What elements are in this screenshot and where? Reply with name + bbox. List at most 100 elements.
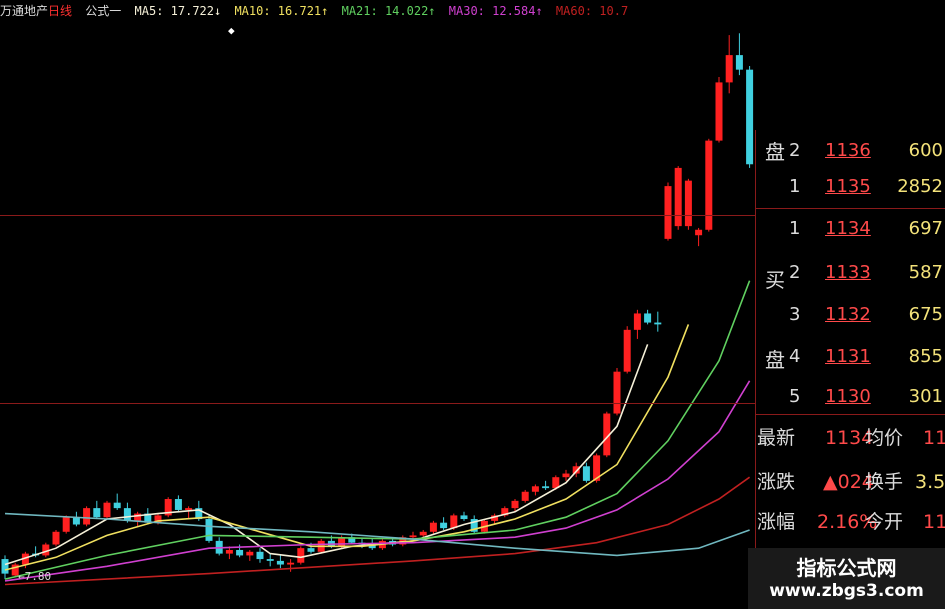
candle-body xyxy=(52,531,60,545)
ask-volume: 2852 xyxy=(897,176,943,197)
candle xyxy=(205,515,213,543)
candle xyxy=(246,549,254,561)
candle-body xyxy=(256,551,264,560)
candle xyxy=(531,484,539,496)
ma60-line xyxy=(4,476,751,586)
candle xyxy=(695,227,703,247)
candle xyxy=(185,506,193,520)
candle-body xyxy=(440,522,448,529)
candle xyxy=(276,555,284,569)
cursor-marker-icon: ◆ xyxy=(228,24,235,37)
candle-body xyxy=(134,513,142,521)
candle xyxy=(256,548,264,563)
period-label[interactable]: 日线 xyxy=(48,4,72,18)
bid-volume: 675 xyxy=(908,304,943,325)
candle xyxy=(521,489,529,503)
candle xyxy=(215,537,223,556)
candle xyxy=(664,182,672,241)
order-book-panel: 盘 2 1136 600 1 1135 2852 买 盘 1 1134 697 … xyxy=(755,130,945,550)
ask-price: 1135 xyxy=(825,176,871,197)
candle xyxy=(113,493,121,510)
bid-row-4[interactable]: 4 1131 855 xyxy=(755,338,945,376)
formula-label[interactable]: 公式一 xyxy=(85,4,121,18)
candle-body xyxy=(62,517,70,532)
candle xyxy=(542,480,550,490)
bid-price: 1130 xyxy=(825,386,871,407)
open-value: 11 xyxy=(923,511,945,533)
candle-body xyxy=(225,549,233,554)
stock-name[interactable]: 万通地产 xyxy=(0,4,48,18)
bid-level: 2 xyxy=(789,262,801,283)
ma21-readout: MA21: 14.022↑ xyxy=(341,4,436,18)
avg-value: 11 xyxy=(923,427,945,449)
bid-level: 5 xyxy=(789,386,801,407)
ma60-readout: MA60: 10.7 xyxy=(555,4,629,18)
candle-body xyxy=(307,548,315,552)
candle-body xyxy=(103,502,111,518)
ask-row-2[interactable]: 2 1136 600 xyxy=(755,132,945,170)
candle-body xyxy=(695,229,703,236)
candle-body xyxy=(715,82,723,141)
candle-body xyxy=(297,548,305,563)
candle-body xyxy=(582,466,590,481)
ask-row-1[interactable]: 1 1135 2852 xyxy=(755,168,945,206)
ask-level: 1 xyxy=(789,176,801,197)
bid-row-1[interactable]: 1 1134 697 xyxy=(755,210,945,248)
bid-price: 1132 xyxy=(825,304,871,325)
candle-body xyxy=(623,329,631,372)
pct-label: 涨幅 xyxy=(757,511,796,533)
candle xyxy=(705,138,713,232)
candle xyxy=(287,559,295,572)
indicator-header: 万通地产日线 公式一 MA5: 17.722↓ MA10: 16.721↑ MA… xyxy=(0,0,945,22)
bid-level: 3 xyxy=(789,304,801,325)
candle xyxy=(103,500,111,520)
ma30-readout: MA30: 12.584↑ xyxy=(448,4,543,18)
candle-body xyxy=(205,519,213,541)
candle-body xyxy=(72,517,80,525)
candle xyxy=(674,166,682,230)
candle-body xyxy=(674,167,682,227)
bid-price: 1134 xyxy=(825,218,871,239)
candle-body xyxy=(633,313,641,330)
candle-body xyxy=(735,55,743,70)
watermark: 指标公式网 www.zbgs3.com xyxy=(748,548,945,609)
candle xyxy=(684,178,692,230)
low-value: 7.80 xyxy=(24,570,52,583)
candle xyxy=(429,520,437,534)
bid-volume: 855 xyxy=(908,346,943,367)
candle-body xyxy=(705,140,713,230)
candle-body xyxy=(542,486,550,489)
ma-long-line xyxy=(4,512,750,557)
low-marker-label: ←7.80 xyxy=(18,570,52,583)
candle xyxy=(134,511,142,527)
candle xyxy=(644,309,652,325)
candle xyxy=(654,311,662,332)
bid-row-5[interactable]: 5 1130 301 xyxy=(755,378,945,416)
candle xyxy=(633,309,641,339)
candle-body xyxy=(123,508,131,521)
candle xyxy=(72,511,80,527)
ma10-readout: MA10: 16.721↑ xyxy=(234,4,329,18)
candle xyxy=(52,529,60,547)
bid-row-2[interactable]: 2 1133 587 xyxy=(755,254,945,292)
open-label: 今开 xyxy=(865,511,904,533)
candle-body xyxy=(521,491,529,501)
candle-body xyxy=(644,313,652,323)
candle-body xyxy=(725,55,733,83)
bid-price: 1133 xyxy=(825,262,871,283)
candle xyxy=(164,497,172,518)
ma10-line xyxy=(4,324,690,571)
bid-price: 1131 xyxy=(825,346,871,367)
candle xyxy=(613,368,621,416)
candle-body xyxy=(684,180,692,227)
candle-body xyxy=(1,559,9,574)
bid-row-3[interactable]: 3 1132 675 xyxy=(755,296,945,334)
candle xyxy=(440,517,448,530)
candle-body xyxy=(409,535,417,538)
candle-body xyxy=(174,499,182,510)
candle-body xyxy=(562,473,570,478)
candle-body xyxy=(93,508,101,518)
candle xyxy=(715,76,723,143)
candle-body xyxy=(266,559,274,561)
candle-body xyxy=(287,562,295,565)
